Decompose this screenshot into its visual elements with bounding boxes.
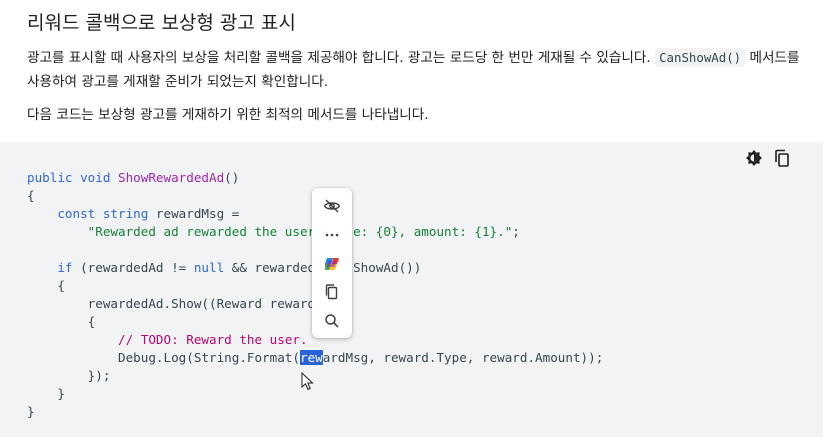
hide-eye-button[interactable] <box>322 196 342 216</box>
section-heading: 리워드 콜백으로 보상형 광고 표시 <box>27 12 296 34</box>
code-text: Debug.Log(String.Format( <box>118 350 300 365</box>
code-text: { <box>87 314 96 329</box>
more-options-button[interactable] <box>322 225 342 245</box>
copy-icon <box>325 284 338 300</box>
code-block: public void ShowRewardedAd() { const str… <box>0 142 823 437</box>
selection-context-toolbar <box>312 188 352 338</box>
code-intro-paragraph: 다음 코드는 보상형 광고를 게재하기 위한 최적의 메서드를 나타냅니다. <box>27 107 429 123</box>
code-keyword: null <box>193 260 225 275</box>
code-string: "Rewarded ad rewarded the user <box>87 224 316 239</box>
copilot-button[interactable] <box>322 254 342 274</box>
code-text: rewardedAd.Show((Reward reward <box>87 296 316 311</box>
code-keyword: const string <box>57 206 149 221</box>
code-text: && rewardedA <box>224 260 323 275</box>
theme-toggle-icon[interactable] <box>744 148 764 168</box>
code-text: } <box>57 386 65 401</box>
code-text: } <box>27 404 35 419</box>
inline-code-canshowad: CanShowAd() <box>655 48 746 67</box>
search-button[interactable] <box>322 311 342 331</box>
code-comment: // TODO: Reward the user. <box>118 332 308 347</box>
code-text: (rewardedAd != <box>72 260 194 275</box>
mouse-pointer-icon <box>301 372 314 391</box>
code-text: () <box>224 170 240 185</box>
more-dots-icon <box>325 233 339 237</box>
copy-button[interactable] <box>322 282 342 302</box>
description-paragraph: 광고를 표시할 때 사용자의 보상을 처리할 콜백을 제공해야 합니다. 광고는… <box>27 46 802 94</box>
copy-code-icon[interactable] <box>772 148 792 168</box>
copilot-icon <box>325 258 339 270</box>
code-string: e: {0}, amount: {1}." <box>353 224 513 239</box>
hide-eye-icon <box>323 199 341 213</box>
code-text: rewardMsg = <box>148 206 240 221</box>
code-function-name: ShowRewardedAd <box>118 170 225 185</box>
para1-text-start: 광고를 표시할 때 사용자의 보상을 처리할 콜백을 제공해야 합니다. 광고는… <box>27 50 656 66</box>
code-text: }); <box>87 368 111 383</box>
code-text: { <box>27 188 35 203</box>
selected-text[interactable]: rew <box>299 350 323 365</box>
code-keyword: if <box>57 260 73 275</box>
search-icon <box>325 314 339 328</box>
code-text: ardMsg, reward.Type, reward.Amount)); <box>322 350 604 365</box>
code-text: ; <box>512 224 520 239</box>
code-text: { <box>57 278 65 293</box>
code-keyword: public void <box>27 170 111 185</box>
